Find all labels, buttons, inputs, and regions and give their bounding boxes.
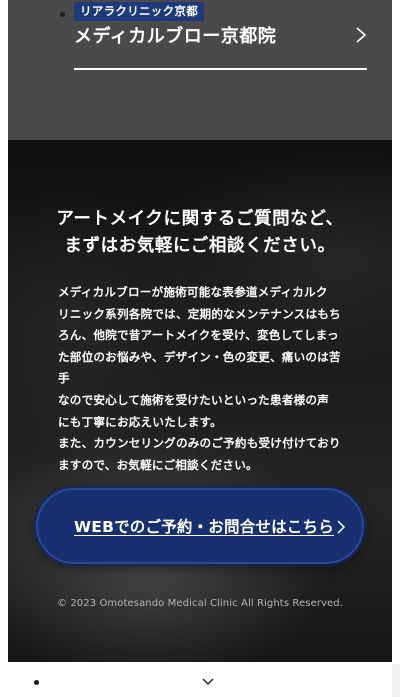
contact-description-line: にも丁寧にお応えいたします。 (58, 414, 222, 429)
chevron-right-icon (356, 27, 367, 43)
contact-heading: アートメイクに関するご質問など、 まずはお気軽にご相談ください。 (8, 206, 392, 260)
contact-description-line: た部位のお悩みや、デザイン・色の変更、痛いのは苦手 (58, 349, 341, 386)
contact-description: メディカルブローが施術可能な表参道メディカルク リニック系列各院では、定期的なメ… (58, 282, 348, 476)
clinic-item-divider (74, 68, 367, 70)
chevron-down-icon[interactable] (202, 678, 214, 686)
chevron-right-icon (337, 520, 346, 534)
contact-description-line: メディカルブローが施術可能な表参道メディカルク (58, 285, 328, 299)
contact-heading-line: アートメイクに関するご質問など、 (56, 209, 344, 229)
contact-description-line: リニック系列各院では、定期的なメンテナンスはもち (58, 306, 341, 321)
clinic-list-item[interactable]: リアラクリニック京都 メディカルブロー京都院 (8, 0, 392, 72)
web-reservation-button[interactable]: WEBでのご予約・お問合せはこちら (36, 488, 364, 564)
web-reservation-label: WEBでのご予約・お問合せはこちら (74, 518, 334, 536)
clinic-name-link[interactable]: メディカルブロー京都院 (74, 24, 276, 50)
contact-description-line: なので安心して施術を受けたいといった患者様の声 (58, 392, 329, 407)
side-scroll-tab[interactable] (392, 664, 400, 697)
bottom-footer-bar (8, 662, 392, 697)
contact-description-line: ますので、お気軽にご相談ください。 (58, 457, 258, 472)
contact-description-line: また、カウンセリングのみのご予約も受け付けており (58, 436, 341, 451)
page-frame: リアラクリニック京都 メディカルブロー京都院 アートメイクに関するご質問など、 … (8, 0, 392, 697)
copyright-text: © 2023 Omotesando Medical Clinic All Rig… (56, 598, 344, 609)
list-bullet (34, 680, 39, 685)
clinic-group-badge: リアラクリニック京都 (74, 2, 204, 21)
clinic-list-section: リアラクリニック京都 メディカルブロー京都院 (8, 0, 392, 140)
contact-section: アートメイクに関するご質問など、 まずはお気軽にご相談ください。 メディカルブロ… (8, 140, 392, 662)
list-bullet (60, 12, 65, 17)
contact-description-line: ろん、他院で昔アートメイクを受け、変色してしまっ (58, 328, 339, 343)
contact-heading-line: まずはお気軽にご相談ください。 (64, 236, 336, 256)
